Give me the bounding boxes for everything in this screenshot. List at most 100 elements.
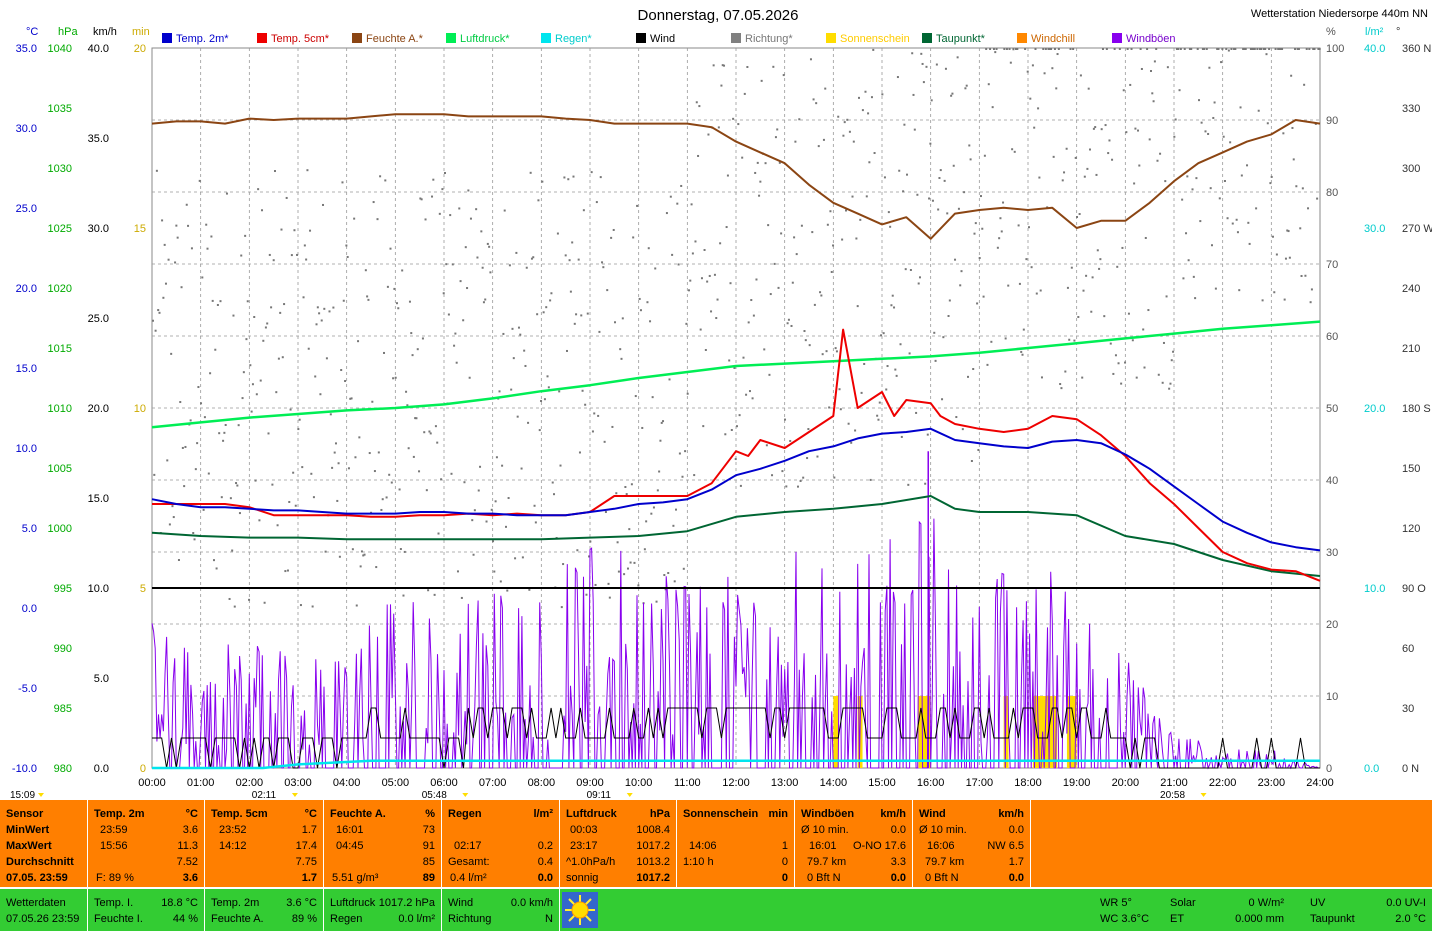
direction-dot [466,287,469,290]
direction-dot [673,580,676,583]
direction-dot [254,479,257,482]
direction-dot [917,282,920,285]
direction-dot [712,64,715,67]
direction-dot [218,432,221,435]
direction-dot [1037,107,1040,110]
direction-dot [1177,48,1180,50]
direction-dot [918,276,921,279]
direction-dot [1122,89,1125,92]
direction-dot [815,102,818,105]
direction-dot [222,439,225,442]
direction-dot [1257,109,1260,112]
current-bar: Wetterdaten 07.05.26 23:59 Temp. I. 18.8… [0,889,1432,931]
direction-dot [1209,187,1212,190]
direction-dot [504,525,507,528]
temp_c-tick: 20.0 [16,283,37,295]
direction-dot [833,476,836,479]
direction-dot [476,256,479,259]
direction-dot [1114,354,1117,357]
direction-dot [1253,48,1256,50]
direction-dot [742,356,745,359]
direction-dot [438,212,441,215]
direction-dot [549,299,552,302]
direction-dot [873,152,876,155]
direction-dot [1269,182,1272,185]
direction-dot [1221,48,1224,50]
direction-dot [669,195,672,198]
direction-dot [1187,259,1190,262]
direction-dot [730,428,733,431]
direction-dot [665,212,668,215]
direction-dot [250,410,253,413]
direction-dot [863,362,866,365]
direction-dot [434,425,437,428]
x-tick: 11:00 [674,777,701,789]
direction-dot [262,339,265,342]
humidity_pct-tick: 20 [1326,619,1338,631]
direction-dot [154,329,157,332]
direction-dot [580,314,583,317]
wind_kmh-tick: 5.0 [94,673,109,685]
direction-dot [271,483,274,486]
direction-dot [641,426,644,429]
empty-section [1031,800,1432,887]
direction-dot [1153,60,1156,63]
direction-dot [856,305,859,308]
direction-dot [161,219,164,222]
direction-dot [1170,359,1173,362]
gusts-max-val: 17.6 [884,840,906,852]
direction-dot [903,123,906,126]
direction-dot [834,347,837,350]
direction-dot [883,176,886,179]
direction-dot [568,259,571,262]
humidity-section: Feuchte A. % 16:01 73 04:45 91 85 5.51 g… [324,800,442,887]
direction-dot [601,261,604,264]
direction-dot [667,572,670,575]
direction-dot [546,375,549,378]
direction-dot [585,593,588,596]
direction-dot [880,334,883,337]
direction-dot [524,364,527,367]
direction-dot [926,433,929,436]
feuchte-i: 44 % [172,913,198,925]
direction-dot [559,464,562,467]
direction-dot [440,478,443,481]
direction-dot [678,452,681,455]
direction-dot [246,300,249,303]
temp5cm-unit: °C [304,808,317,820]
sun_min-tick: 15 [134,223,146,235]
direction-dot [726,174,729,177]
legend-label: Windböen [1126,33,1176,45]
direction-dot [773,262,776,265]
gusts-max-time: 16:01 [809,840,837,852]
direction-dot [1140,67,1143,70]
direction-dot [410,332,413,335]
direction-dot [384,179,387,182]
direction-dot [1299,227,1302,230]
direction-dot [402,594,405,597]
legend-label: Temp. 2m* [176,33,229,45]
temp5cm-avg: 7.75 [295,856,317,868]
x-tick: 16:00 [917,777,945,789]
x-tick: 23:00 [1258,777,1286,789]
direction-dot [935,63,938,66]
legend-swatch [1017,33,1027,43]
wind_kmh-tick: 35.0 [88,133,109,145]
direction-dot [1055,87,1058,90]
direction-dot [1190,48,1193,50]
direction-dot [909,268,912,271]
direction-dot [375,566,378,569]
direction-dot [284,570,287,573]
wind_kmh-tick: 40.0 [88,43,109,55]
direction-dot [1199,220,1202,223]
direction-dot [453,344,456,347]
direction-dot [589,540,592,543]
direction-dot [663,574,666,577]
direction-dot [1139,48,1142,50]
sun-unit: min [768,808,788,820]
direction-dot [1239,106,1242,109]
direction-dot [1185,232,1188,235]
direction-dot [794,140,797,143]
direction-dot [824,87,827,90]
direction-dot [1181,198,1184,201]
